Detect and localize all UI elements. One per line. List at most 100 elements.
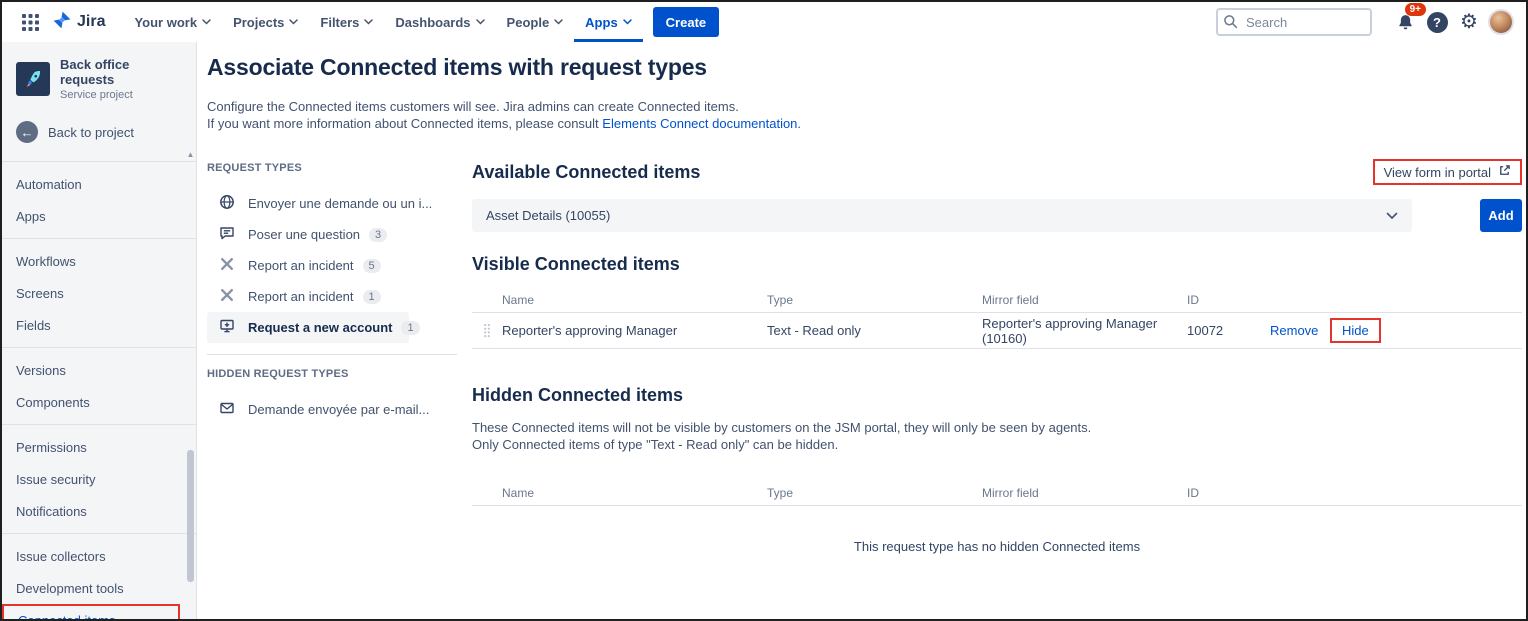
visible-connected-items-heading: Visible Connected items bbox=[472, 254, 1522, 275]
row-cell-id: 10072 bbox=[1187, 323, 1257, 338]
hidden-section-note: These Connected items will not be visibl… bbox=[472, 419, 1522, 453]
back-to-project-link[interactable]: ← Back to project bbox=[2, 109, 196, 155]
monitor-plus-icon bbox=[219, 318, 235, 337]
question-mark-icon: ? bbox=[1427, 12, 1448, 33]
elements-connect-doc-link[interactable]: Elements Connect documentation. bbox=[602, 116, 801, 131]
sidebar-item-components[interactable]: Components bbox=[2, 386, 196, 418]
request-types-panel: REQUEST TYPES Envoyer une demande ou un … bbox=[207, 162, 459, 425]
scrollbar-thumb[interactable] bbox=[187, 450, 194, 582]
sidebar-divider bbox=[2, 533, 196, 534]
sidebar-item-development-tools[interactable]: Development tools bbox=[2, 572, 196, 604]
nav-people[interactable]: People bbox=[496, 2, 575, 42]
project-header[interactable]: Back office requests Service project bbox=[2, 42, 196, 109]
available-items-select[interactable]: Asset Details (10055) bbox=[472, 199, 1412, 232]
request-type-count-badge: 5 bbox=[363, 259, 381, 273]
connected-items-panel: Available Connected items View form in p… bbox=[472, 162, 1522, 554]
sidebar-item-automation[interactable]: Automation bbox=[2, 168, 196, 200]
selected-option-label: Asset Details (10055) bbox=[486, 208, 610, 223]
hide-link[interactable]: Hide bbox=[1330, 318, 1381, 343]
create-button[interactable]: Create bbox=[653, 7, 719, 37]
available-item-row: Asset Details (10055) Add bbox=[472, 199, 1522, 232]
request-type-envoyer-une-demande[interactable]: Envoyer une demande ou un i... bbox=[207, 188, 409, 219]
hidden-empty-state: This request type has no hidden Connecte… bbox=[472, 539, 1522, 554]
profile-button[interactable] bbox=[1486, 7, 1516, 37]
help-button[interactable]: ? bbox=[1422, 7, 1452, 37]
hidden-request-types-heading: HIDDEN REQUEST TYPES bbox=[207, 368, 459, 380]
request-type-request-a-new-account[interactable]: Request a new account 1 bbox=[207, 312, 409, 343]
nav-apps[interactable]: Apps bbox=[574, 2, 643, 42]
request-type-count-badge: 1 bbox=[401, 321, 419, 335]
app-switcher-icon[interactable] bbox=[16, 8, 44, 36]
page-description-line1: Configure the Connected items customers … bbox=[207, 98, 801, 115]
notifications-button[interactable]: 9+ bbox=[1390, 7, 1420, 37]
project-avatar bbox=[16, 62, 50, 96]
row-cell-type: Text - Read only bbox=[767, 323, 982, 338]
top-navigation-bar: Jira Your work Projects Filters Dashboar… bbox=[2, 2, 1526, 42]
nav-dashboards[interactable]: Dashboards bbox=[384, 2, 495, 42]
page-description-line2: If you want more information about Conne… bbox=[207, 115, 801, 132]
page-description: Configure the Connected items customers … bbox=[207, 98, 801, 132]
hidden-note-line1: These Connected items will not be visibl… bbox=[472, 419, 1522, 436]
request-type-demande-envoyee-par-email[interactable]: Demande envoyée par e-mail... bbox=[207, 394, 409, 425]
page-header: Associate Connected items with request t… bbox=[207, 54, 801, 132]
tools-icon bbox=[219, 256, 235, 275]
jira-logo[interactable]: Jira bbox=[52, 10, 105, 35]
project-title-block: Back office requests Service project bbox=[60, 57, 182, 101]
sidebar-divider bbox=[2, 347, 196, 348]
request-type-poser-une-question[interactable]: Poser une question 3 bbox=[207, 219, 409, 250]
jira-logo-icon bbox=[52, 10, 72, 35]
row-cell-mirror-field: Reporter's approving Manager (10160) bbox=[982, 316, 1187, 346]
comment-icon bbox=[219, 225, 235, 244]
project-type: Service project bbox=[60, 89, 182, 101]
envelope-icon bbox=[219, 400, 235, 419]
sidebar-item-permissions[interactable]: Permissions bbox=[2, 431, 196, 463]
hidden-table-header: Name Type Mirror field ID bbox=[472, 480, 1522, 506]
drag-handle-icon[interactable] bbox=[472, 323, 502, 338]
chevron-down-icon bbox=[477, 20, 484, 24]
sidebar-item-connected-items[interactable]: Connected items bbox=[2, 604, 180, 621]
hidden-note-line2: Only Connected items of type "Text - Rea… bbox=[472, 436, 1522, 453]
nav-your-work[interactable]: Your work bbox=[123, 2, 222, 42]
sidebar-item-fields[interactable]: Fields bbox=[2, 309, 196, 341]
request-type-count-badge: 3 bbox=[369, 228, 387, 242]
column-header-mirror-field: Mirror field bbox=[982, 486, 1187, 500]
request-types-heading: REQUEST TYPES bbox=[207, 162, 459, 174]
globe-icon bbox=[219, 194, 235, 213]
scrollbar-up-arrow[interactable]: ▲ bbox=[186, 150, 195, 160]
sidebar-item-issue-security[interactable]: Issue security bbox=[2, 463, 196, 495]
chevron-down-icon bbox=[203, 20, 210, 24]
settings-button[interactable]: ⚙ bbox=[1454, 7, 1484, 37]
column-header-name: Name bbox=[502, 293, 767, 307]
user-avatar bbox=[1488, 9, 1514, 35]
row-cell-name: Reporter's approving Manager bbox=[502, 323, 767, 338]
chevron-down-icon bbox=[1386, 208, 1398, 223]
request-type-report-an-incident-1[interactable]: Report an incident 5 bbox=[207, 250, 409, 281]
add-button[interactable]: Add bbox=[1480, 199, 1522, 232]
remove-link[interactable]: Remove bbox=[1257, 323, 1322, 338]
primary-nav: Your work Projects Filters Dashboards Pe… bbox=[123, 2, 642, 42]
sidebar-divider bbox=[2, 238, 196, 239]
sidebar-item-screens[interactable]: Screens bbox=[2, 277, 196, 309]
chevron-down-icon bbox=[555, 20, 562, 24]
nav-filters[interactable]: Filters bbox=[309, 2, 384, 42]
nav-projects[interactable]: Projects bbox=[222, 2, 309, 42]
available-header-row: Available Connected items View form in p… bbox=[472, 162, 1522, 185]
column-header-id: ID bbox=[1187, 293, 1257, 307]
project-name: Back office requests bbox=[60, 57, 182, 87]
visible-table-row: Reporter's approving Manager Text - Read… bbox=[472, 313, 1522, 349]
back-to-project-label: Back to project bbox=[48, 125, 134, 140]
view-form-in-portal-link[interactable]: View form in portal bbox=[1373, 159, 1522, 185]
column-header-id: ID bbox=[1187, 486, 1257, 500]
request-type-count-badge: 1 bbox=[363, 290, 381, 304]
request-type-report-an-incident-2[interactable]: Report an incident 1 bbox=[207, 281, 409, 312]
sidebar-item-issue-collectors[interactable]: Issue collectors bbox=[2, 540, 196, 572]
sidebar-item-versions[interactable]: Versions bbox=[2, 354, 196, 386]
sidebar-item-notifications[interactable]: Notifications bbox=[2, 495, 196, 527]
column-header-mirror-field: Mirror field bbox=[982, 293, 1187, 307]
search-box bbox=[1216, 8, 1372, 36]
jira-logo-text: Jira bbox=[77, 13, 105, 31]
search-input[interactable] bbox=[1216, 8, 1372, 36]
sidebar-item-workflows[interactable]: Workflows bbox=[2, 245, 196, 277]
sidebar-item-apps[interactable]: Apps bbox=[2, 200, 196, 232]
chevron-down-icon bbox=[624, 20, 631, 24]
